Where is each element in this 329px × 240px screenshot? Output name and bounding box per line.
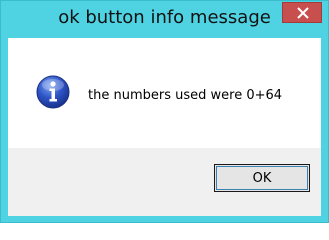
dialog-window: ok button info message the numbers used … — [0, 0, 329, 223]
info-icon — [36, 75, 70, 109]
ok-button[interactable]: OK — [214, 164, 310, 192]
close-button[interactable] — [282, 2, 322, 23]
button-bar: OK — [8, 148, 321, 216]
window-title: ok button info message — [58, 7, 271, 28]
title-bar[interactable]: ok button info message — [1, 1, 328, 38]
message-text: the numbers used were 0+64 — [88, 88, 283, 103]
close-icon — [297, 7, 309, 19]
dialog-client: the numbers used were 0+64 OK — [8, 38, 321, 216]
message-area: the numbers used were 0+64 — [8, 38, 321, 148]
